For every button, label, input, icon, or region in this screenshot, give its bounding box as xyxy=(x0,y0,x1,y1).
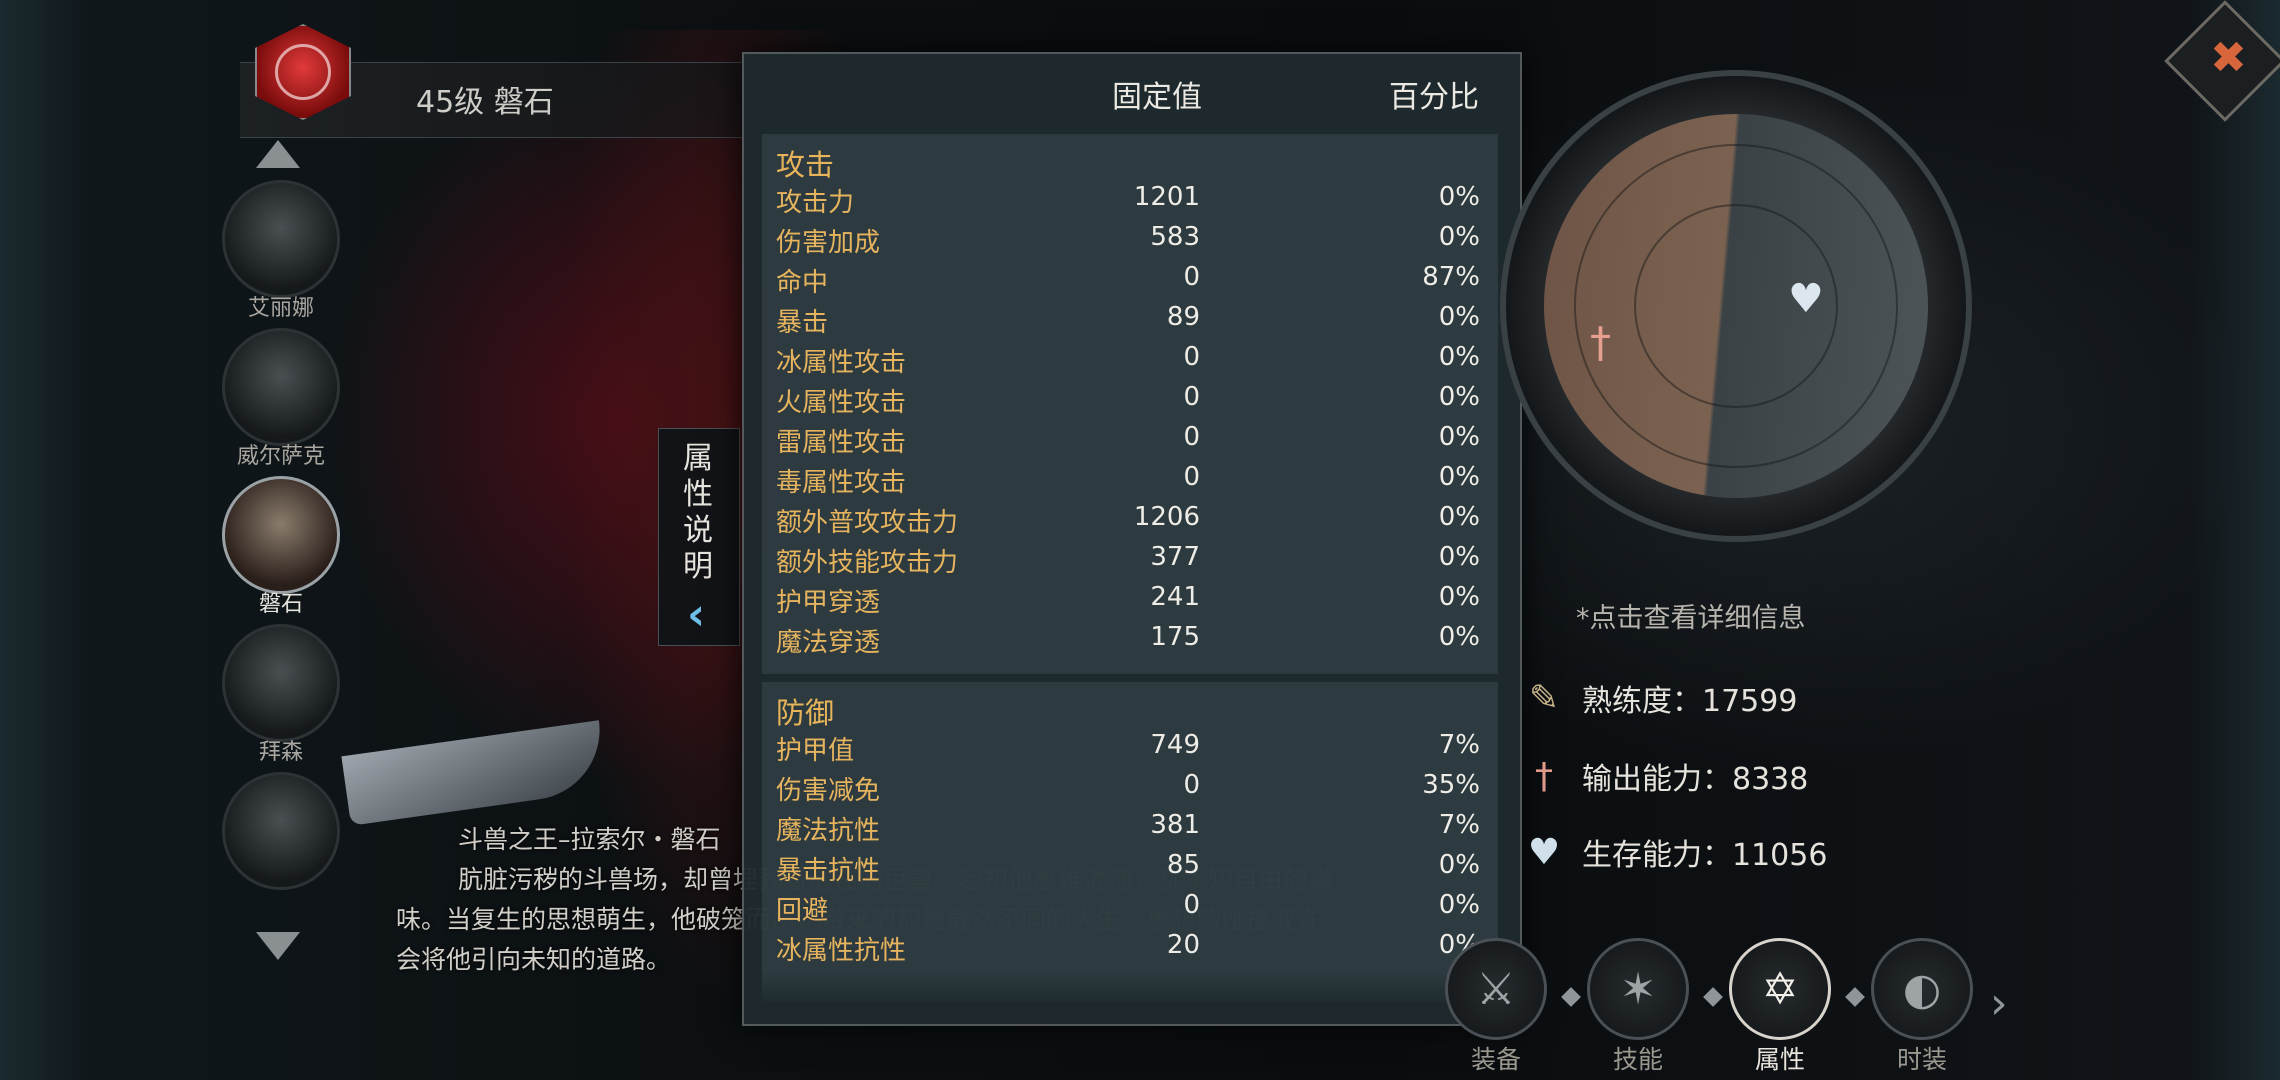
output-metric: † 输出能力：8338 xyxy=(1520,754,1808,804)
section-title: 防御 xyxy=(776,696,835,730)
tab-costume[interactable]: ◐ 时装 xyxy=(1866,938,1978,1078)
avatar xyxy=(222,476,340,594)
hero-name: 艾丽娜 xyxy=(247,296,314,321)
chevron-right-icon[interactable]: › xyxy=(1990,978,2008,1029)
stat-row: 暴击抗性 85 0% xyxy=(776,850,1480,886)
right-edge-glow xyxy=(2190,0,2280,1080)
avatar xyxy=(222,624,340,742)
scroll-fade xyxy=(762,972,1498,1002)
proficiency-metric: ✎ 熟练度：17599 xyxy=(1520,676,1798,726)
avatar xyxy=(222,328,340,446)
column-header-fixed: 固定值 xyxy=(1112,80,1202,115)
costume-icon: ◐ xyxy=(1871,938,1973,1040)
survival-metric: ♥ 生存能力：11056 xyxy=(1520,830,1828,880)
scroll-up-arrow-icon[interactable] xyxy=(256,140,300,168)
attack-section: 攻击 攻击力 1201 0% 伤害加成 583 0% 命中 0 87% 暴击 89 0% 冰属性… xyxy=(762,134,1498,674)
stat-row: 伤害加成 583 0% xyxy=(776,222,1480,258)
rune-disc xyxy=(1544,114,1928,498)
equipment-icon: ⚔ xyxy=(1445,938,1547,1040)
defense-section: 防御 护甲值 749 7% 伤害减免 0 35% 魔法抗性 381 7% 暴击抗性 85 0% … xyxy=(762,682,1498,1002)
nav-divider xyxy=(1703,987,1723,1007)
chevron-left-icon: ‹ xyxy=(687,589,706,640)
hero-item-locked[interactable] xyxy=(216,772,346,890)
scroll-down-arrow-icon[interactable] xyxy=(256,932,300,960)
stat-row: 伤害减免 0 35% xyxy=(776,770,1480,806)
stat-row: 冰属性抗性 20 0% xyxy=(776,930,1480,966)
hero-item-wilsak[interactable]: 威尔萨克 xyxy=(216,328,346,470)
skill-icon: ✶ xyxy=(1587,938,1689,1040)
ability-circle[interactable] xyxy=(1500,70,1972,542)
stat-row: 攻击力 1201 0% xyxy=(776,182,1480,218)
tab-equipment[interactable]: ⚔ 装备 xyxy=(1440,938,1552,1078)
stat-row: 火属性攻击 0 0% xyxy=(776,382,1480,418)
proficiency-icon: ✎ xyxy=(1528,677,1560,719)
section-title: 攻击 xyxy=(776,148,835,182)
column-header-percent: 百分比 xyxy=(1389,80,1479,115)
stat-row: 冰属性攻击 0 0% xyxy=(776,342,1480,378)
stat-row: 命中 0 87% xyxy=(776,262,1480,298)
detail-hint: *点击查看详细信息 xyxy=(1576,603,1806,634)
stats-panel[interactable]: 固定值 百分比 攻击 攻击力 1201 0% 伤害加成 583 0% 命中 0 87% 暴击… xyxy=(742,52,1522,1026)
nav-divider xyxy=(1561,987,1581,1007)
output-icon: † xyxy=(1535,755,1553,797)
close-icon: ✖ xyxy=(2210,32,2247,84)
hero-list: 艾丽娜 威尔萨克 磐石 拜森 xyxy=(200,140,360,960)
heart-icon: ♥ xyxy=(1788,276,1824,322)
sword-icon: † xyxy=(1590,318,1611,367)
stat-row: 魔法穿透 175 0% xyxy=(776,622,1480,658)
attribute-explain-tab[interactable]: 属性说明 ‹ xyxy=(658,428,740,646)
hero-item-panshi[interactable]: 磐石 xyxy=(216,476,346,618)
bottom-nav: ⚔ 装备 ✶ 技能 ✡ 属性 ◐ 时装 › xyxy=(1440,930,2040,1080)
stat-row: 毒属性攻击 0 0% xyxy=(776,462,1480,498)
avatar xyxy=(222,180,340,298)
stat-row: 回避 0 0% xyxy=(776,890,1480,926)
attribute-explain-label: 属性说明 xyxy=(683,441,713,584)
tab-skill[interactable]: ✶ 技能 xyxy=(1582,938,1694,1078)
stat-row: 护甲值 749 7% xyxy=(776,730,1480,766)
hero-item-alina[interactable]: 艾丽娜 xyxy=(216,180,346,322)
stat-row: 雷属性攻击 0 0% xyxy=(776,422,1480,458)
stat-row: 魔法抗性 381 7% xyxy=(776,810,1480,846)
stat-row: 暴击 89 0% xyxy=(776,302,1480,338)
tab-attribute[interactable]: ✡ 属性 xyxy=(1724,938,1836,1078)
hero-name: 拜森 xyxy=(258,740,303,765)
stat-row: 护甲穿透 241 0% xyxy=(776,582,1480,618)
avatar xyxy=(222,772,340,890)
attribute-icon: ✡ xyxy=(1729,938,1831,1040)
stat-row: 额外技能攻击力 377 0% xyxy=(776,542,1480,578)
hero-item-baisen[interactable]: 拜森 xyxy=(216,624,346,766)
left-edge-glow xyxy=(0,0,90,1080)
survival-icon: ♥ xyxy=(1527,831,1561,873)
hero-name: 威尔萨克 xyxy=(236,444,325,469)
hero-title: 45级 磐石 xyxy=(416,85,554,120)
stat-row: 额外普攻攻击力 1206 0% xyxy=(776,502,1480,538)
hero-name: 磐石 xyxy=(258,592,303,617)
nav-divider xyxy=(1845,987,1865,1007)
